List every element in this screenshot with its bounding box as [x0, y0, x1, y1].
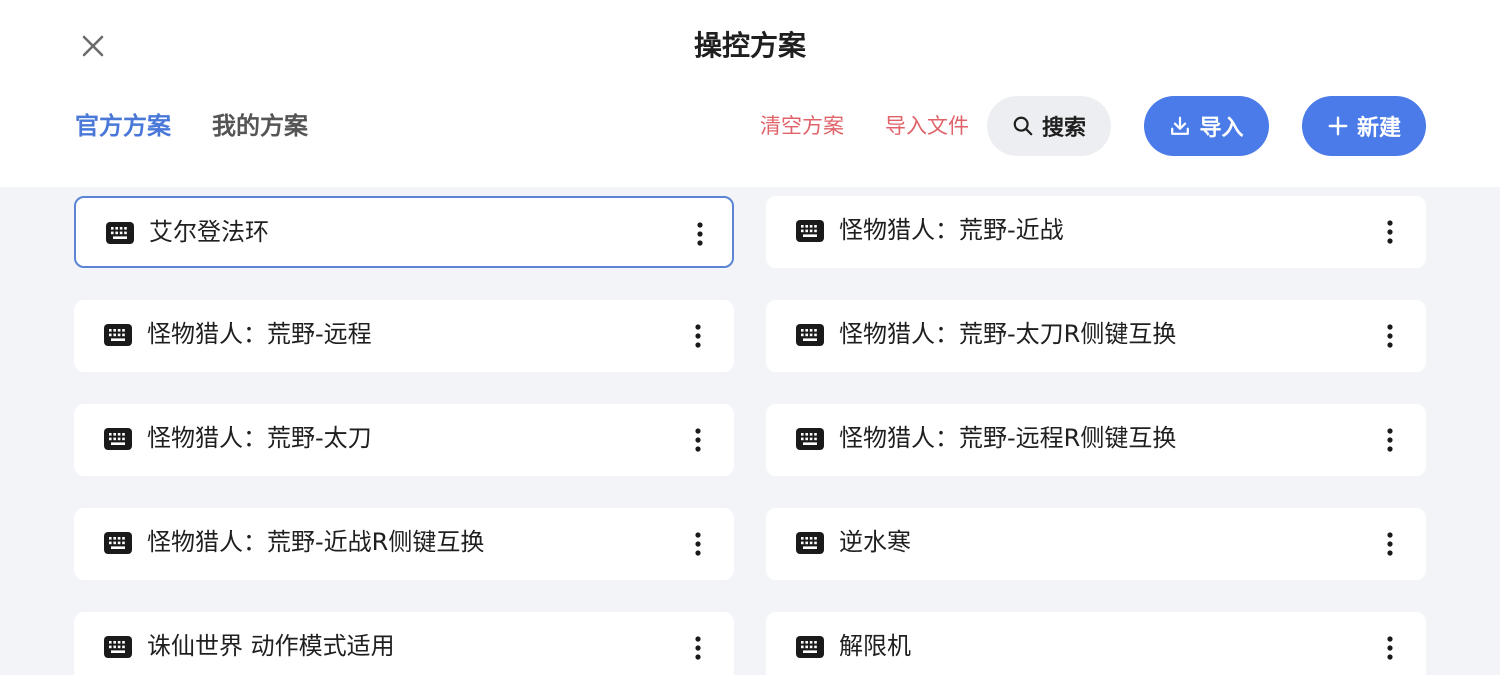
scheme-name: 怪物猎人：荒野-近战 [839, 216, 1064, 244]
new-scheme-button[interactable]: 新建 [1302, 96, 1426, 156]
scheme-card-3[interactable]: 怪物猎人：荒野-太刀R侧键互换 [766, 300, 1426, 372]
scheme-name: 艾尔登法环 [149, 218, 269, 246]
more-options-button[interactable] [1375, 424, 1405, 456]
scheme-name: 怪物猎人：荒野-远程R侧键互换 [839, 424, 1177, 452]
keyboard-icon [106, 222, 134, 244]
more-options-button[interactable] [1375, 632, 1405, 664]
more-options-button[interactable] [683, 528, 713, 560]
scheme-card-7[interactable]: 逆水寒 [766, 508, 1426, 580]
scheme-name: 解限机 [839, 632, 911, 660]
keyboard-icon [796, 636, 824, 658]
keyboard-icon [104, 636, 132, 658]
more-vertical-icon [697, 222, 703, 246]
tab-official-schemes[interactable]: 官方方案 [75, 105, 171, 147]
more-vertical-icon [695, 428, 701, 452]
keyboard-icon [796, 532, 824, 554]
search-button[interactable]: 搜索 [987, 96, 1111, 156]
scheme-manager-page: 操控方案 官方方案 我的方案 清空方案 导入文件 搜索 导入 新建 艾尔登法环 … [0, 0, 1500, 675]
keyboard-icon [104, 428, 132, 450]
scheme-name: 怪物猎人：荒野-近战R侧键互换 [147, 528, 485, 556]
more-vertical-icon [695, 324, 701, 348]
more-vertical-icon [1387, 220, 1393, 244]
more-vertical-icon [1387, 532, 1393, 556]
import-label: 导入 [1199, 116, 1244, 141]
scheme-card-1[interactable]: 怪物猎人：荒野-近战 [766, 196, 1426, 268]
scheme-card-5[interactable]: 怪物猎人：荒野-远程R侧键互换 [766, 404, 1426, 476]
more-options-button[interactable] [1375, 216, 1405, 248]
tab-my-schemes[interactable]: 我的方案 [212, 105, 308, 147]
search-label: 搜索 [1041, 116, 1086, 141]
keyboard-icon [104, 324, 132, 346]
keyboard-icon [796, 324, 824, 346]
keyboard-icon [796, 428, 824, 450]
import-button[interactable]: 导入 [1144, 96, 1269, 156]
scheme-card-4[interactable]: 怪物猎人：荒野-太刀 [74, 404, 734, 476]
scheme-card-8[interactable]: 诛仙世界 动作模式适用 [74, 612, 734, 675]
scheme-name: 怪物猎人：荒野-远程 [147, 320, 372, 348]
more-options-button[interactable] [683, 320, 713, 352]
scheme-grid: 艾尔登法环 怪物猎人：荒野-近战 怪物猎人：荒野-远程 怪物猎人：荒野-太刀R侧… [0, 187, 1500, 675]
keyboard-icon [796, 220, 824, 242]
new-label: 新建 [1356, 116, 1401, 141]
scheme-name: 逆水寒 [839, 528, 911, 556]
import-file-button[interactable]: 导入文件 [885, 106, 969, 146]
download-icon [1171, 116, 1190, 135]
more-options-button[interactable] [1375, 528, 1405, 560]
more-vertical-icon [695, 636, 701, 660]
more-options-button[interactable] [683, 632, 713, 664]
more-vertical-icon [1387, 324, 1393, 348]
scheme-name: 诛仙世界 动作模式适用 [147, 632, 395, 660]
scheme-card-0[interactable]: 艾尔登法环 [74, 196, 734, 268]
more-options-button[interactable] [683, 424, 713, 456]
scheme-card-9[interactable]: 解限机 [766, 612, 1426, 675]
page-title: 操控方案 [693, 29, 806, 62]
keyboard-icon [104, 532, 132, 554]
plus-icon [1328, 116, 1348, 136]
search-icon [1013, 116, 1033, 136]
scheme-card-6[interactable]: 怪物猎人：荒野-近战R侧键互换 [74, 508, 734, 580]
more-vertical-icon [1387, 428, 1393, 452]
header: 操控方案 官方方案 我的方案 清空方案 导入文件 搜索 导入 新建 [0, 0, 1500, 187]
more-options-button[interactable] [1375, 320, 1405, 352]
scheme-name: 怪物猎人：荒野-太刀 [147, 424, 372, 452]
scheme-card-2[interactable]: 怪物猎人：荒野-远程 [74, 300, 734, 372]
scheme-name: 怪物猎人：荒野-太刀R侧键互换 [839, 320, 1177, 348]
more-vertical-icon [1387, 636, 1393, 660]
clear-schemes-button[interactable]: 清空方案 [760, 106, 844, 146]
more-vertical-icon [695, 532, 701, 556]
more-options-button[interactable] [685, 218, 715, 250]
